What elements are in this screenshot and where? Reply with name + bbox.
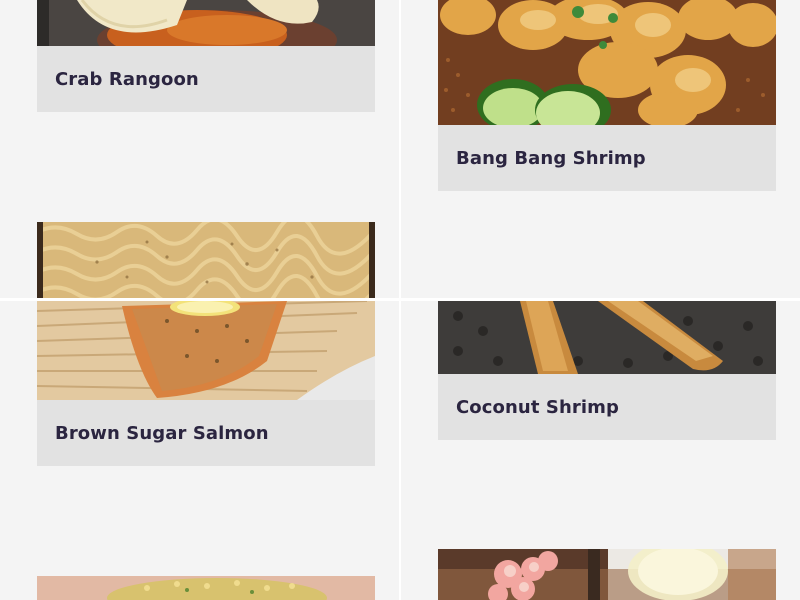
crab-rangoon-photo[interactable] bbox=[37, 0, 375, 46]
recipe-card-fried-rice[interactable] bbox=[37, 576, 375, 600]
recipe-title[interactable]: Coconut Shrimp bbox=[438, 374, 776, 440]
coconut-shrimp-photo[interactable] bbox=[438, 301, 776, 374]
recipe-card-crab-rangoon[interactable]: Crab Rangoon bbox=[37, 0, 375, 112]
ramen-photo[interactable] bbox=[37, 222, 375, 299]
flower-drink-photo[interactable] bbox=[438, 549, 776, 600]
recipe-title[interactable]: Brown Sugar Salmon bbox=[37, 400, 375, 466]
fried-rice-photo[interactable] bbox=[37, 576, 375, 600]
bang-bang-shrimp-photo[interactable] bbox=[438, 0, 776, 125]
recipe-title[interactable]: Bang Bang Shrimp bbox=[438, 125, 776, 191]
brown-sugar-salmon-photo[interactable] bbox=[37, 301, 375, 400]
recipe-card-ramen[interactable] bbox=[37, 222, 375, 299]
recipe-title[interactable]: Crab Rangoon bbox=[37, 46, 375, 112]
recipe-card-brown-sugar-salmon[interactable]: Brown Sugar Salmon bbox=[37, 301, 375, 466]
recipe-card-bang-bang-shrimp[interactable]: Bang Bang Shrimp bbox=[438, 0, 776, 191]
recipe-card-coconut-shrimp[interactable]: Coconut Shrimp bbox=[438, 301, 776, 440]
recipe-card-flower-drink[interactable] bbox=[438, 549, 776, 600]
row-divider bbox=[0, 298, 800, 301]
